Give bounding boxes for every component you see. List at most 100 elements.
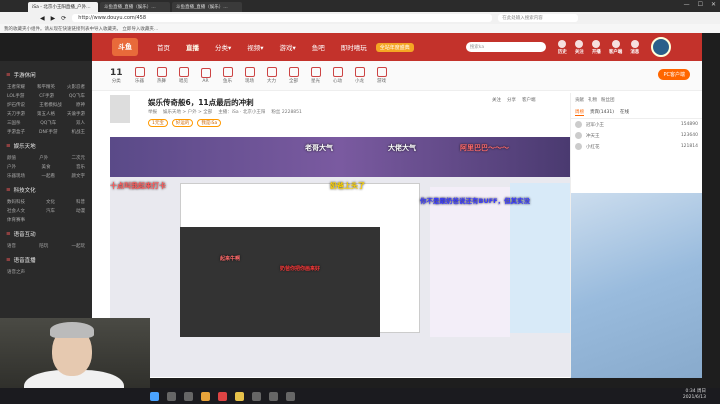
nav-fishbar[interactable]: 鱼吧 [305,42,332,52]
sidebar-item[interactable]: 户外 [39,155,48,161]
sidebar-item[interactable]: 动漫 [76,208,85,214]
nav-play[interactable]: 即时嘻玩 [334,42,374,52]
sidebar-section-voice[interactable]: ≡ 语音互动 [6,230,89,238]
sidebar-item[interactable]: 手游盒子 [7,129,25,135]
chat-header-item[interactable]: 粉丝团 [601,97,615,103]
sidebar-item[interactable]: 三国杀 [7,120,21,126]
sidebar-item[interactable]: 语音 [7,243,16,249]
forward-icon[interactable]: ▶ [51,15,56,22]
header-history[interactable]: 历史 [558,39,567,55]
sidebar-item[interactable]: 一起看 [42,173,56,179]
share-button[interactable]: 分享 [507,97,516,103]
site-search-input[interactable]: 搜索ka [465,42,546,52]
category-item[interactable]: 小龙 [354,67,365,84]
sidebar-section-entertainment[interactable]: ≡ 娱乐天地 [6,142,89,150]
sidebar-item[interactable]: 社会人文 [7,208,25,214]
sidebar-item[interactable]: 音乐 [76,164,85,170]
room-tag[interactable]: 我是iSa [197,119,222,127]
sidebar-item[interactable]: 颜文字 [72,173,86,179]
nav-category[interactable]: 分类▾ [208,42,238,52]
sidebar-section-mobile[interactable]: ≡ 手游休闲 [6,71,89,79]
browser-tab-1[interactable]: iSa - 北京小王阳直播_户外… [28,2,98,12]
taskbar-clock[interactable]: 0:34 周日 2021/6/13 [683,389,706,401]
streamer-name[interactable]: 主播：iSa · 北京小王阳 [218,109,265,115]
follow-button[interactable]: 关注 [492,97,501,103]
nav-home[interactable]: 首页 [150,42,177,52]
room-tag[interactable]: 1元宝 [148,119,168,127]
category-item[interactable]: 游戏 [376,67,387,84]
page-scrollbar[interactable] [702,61,714,378]
sidebar-section-tech[interactable]: ≡ 科技文化 [6,186,89,194]
sidebar-item[interactable]: 二次元 [72,155,86,161]
nav-video[interactable]: 视频▾ [240,42,270,52]
sidebar-item[interactable]: 天刀手游 [7,111,25,117]
category-item[interactable]: 现场 [244,67,255,84]
category-item[interactable]: 全部 [288,67,299,84]
app-icon[interactable] [269,391,278,401]
sidebar-item[interactable]: 汽车 [46,208,55,214]
pc-client-button[interactable]: PC客户端 [658,69,690,80]
category-item[interactable]: AR [200,67,211,84]
app-icon[interactable] [252,391,261,401]
chat-header-item[interactable]: 贡献 [575,97,584,103]
rank-row[interactable]: 冲天王 123640 [571,130,702,141]
tab-online[interactable]: 在线 [620,109,629,116]
rank-row[interactable]: 小红花 121814 [571,141,702,152]
sidebar-item[interactable]: CF手游 [39,93,54,99]
room-category[interactable]: 娱乐天地 > 户外 > 全部 [163,109,212,115]
header-live[interactable]: 开播 [592,39,601,55]
sidebar-item[interactable]: 第五人格 [37,111,55,117]
sidebar-item[interactable]: 天谕手游 [67,111,85,117]
search-icon[interactable] [167,391,176,401]
sidebar-item[interactable]: 和平精英 [37,84,55,90]
sidebar-item[interactable]: 语音之声 [7,269,25,275]
sidebar-item[interactable]: 体育赛事 [7,217,25,223]
sidebar-item[interactable]: 乐器现场 [7,173,25,179]
client-button[interactable]: 客户端 [522,97,536,103]
sidebar-item[interactable]: 双人 [76,120,85,126]
browser-tab-3[interactable]: 斗鱼直播_直播（娱乐）… [172,2,242,12]
sidebar-item[interactable]: 王者模拟战 [39,102,62,108]
user-avatar[interactable] [651,37,672,57]
category-item[interactable]: 热舞 [156,67,167,84]
video-player[interactable]: 老哥大气 大佬大气 阿里巴巴～～～ 十点叫我起来打卡 奶爸上头了 你不是跟奶爸说… [110,137,570,377]
sidebar-item[interactable]: 陪玩 [39,243,48,249]
category-item[interactable]: 乐器 [134,67,145,84]
site-logo[interactable]: 斗鱼 [112,38,138,56]
minimize-icon[interactable]: — [684,1,690,8]
sidebar-item[interactable]: 数码科技 [7,199,25,205]
report-link[interactable]: 举报 [148,109,157,115]
header-follow[interactable]: 关注 [575,39,584,55]
browser-search-input[interactable]: 在此处输入搜索内容 [498,14,579,22]
category-item[interactable]: 鱼乐 [222,67,233,84]
sidebar-item[interactable]: 科普 [76,199,85,205]
sidebar-item[interactable]: 原神 [76,102,85,108]
category-item[interactable]: 大力 [266,67,277,84]
start-icon[interactable] [150,391,159,401]
chat-header-item[interactable]: 礼物 [588,97,597,103]
sidebar-item[interactable]: DNF手游 [39,129,57,135]
category-item[interactable]: 心动 [332,67,343,84]
sidebar-item[interactable]: LOL手游 [7,93,24,99]
sidebar-item[interactable]: 户外 [7,164,16,170]
close-icon[interactable]: ✕ [711,1,716,8]
rank-row[interactable]: 冠军小王 154890 [571,119,702,130]
tab-weekly[interactable]: 周榜 [575,109,584,116]
refresh-icon[interactable]: ⟳ [61,15,66,22]
browser-icon[interactable] [201,391,210,401]
header-message[interactable]: 消息 [630,39,639,55]
sidebar-item[interactable]: QQ飞车 [40,120,56,126]
header-client[interactable]: 客户端 [609,39,622,55]
sidebar-item[interactable]: QQ飞车 [69,93,85,99]
room-tag[interactable]: 好运的 [171,119,194,127]
app-icon[interactable] [286,391,295,401]
category-item[interactable]: 星光 [310,67,321,84]
folder-icon[interactable] [235,391,244,401]
nav-live[interactable]: 直播 [179,42,206,52]
sidebar-item[interactable]: 一起玩 [72,243,86,249]
tab-vip[interactable]: 贵宾(1431) [590,109,614,116]
chrome-icon[interactable] [218,391,227,401]
maximize-icon[interactable]: ☐ [698,1,703,8]
taskview-icon[interactable] [184,391,193,401]
back-icon[interactable]: ◀ [40,15,45,22]
